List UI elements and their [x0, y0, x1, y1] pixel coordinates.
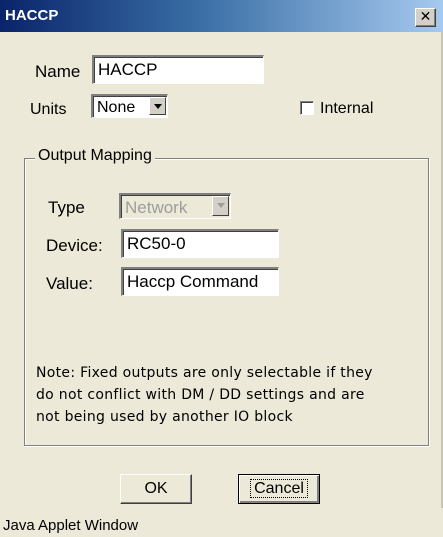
- internal-label: Internal: [320, 100, 374, 117]
- close-icon: ✕: [419, 9, 432, 25]
- ok-button[interactable]: OK: [120, 474, 192, 504]
- value-input[interactable]: Haccp Command: [121, 267, 279, 296]
- chevron-down-icon[interactable]: [149, 97, 166, 115]
- note-text: Note: Fixed outputs are only selectable …: [36, 362, 416, 428]
- cancel-button-label: Cancel: [250, 479, 308, 498]
- type-select[interactable]: Network: [119, 193, 231, 219]
- type-label: Type: [48, 198, 85, 217]
- device-input[interactable]: RC50-0: [121, 229, 279, 258]
- ok-button-label: OK: [144, 480, 168, 497]
- status-text: Java Applet Window: [3, 517, 139, 534]
- dialog-window: HACCP ✕ Name HACCP Units None Internal O…: [0, 0, 443, 537]
- note-line: do not conflict with DM / DD settings an…: [36, 387, 365, 403]
- type-selected-value: Network: [125, 198, 188, 217]
- note-line: not being used by another IO block: [36, 409, 293, 425]
- cancel-button[interactable]: Cancel: [238, 474, 320, 504]
- units-select[interactable]: None: [91, 94, 168, 118]
- title-bar[interactable]: HACCP ✕: [0, 0, 443, 32]
- units-selected-value: None: [97, 99, 136, 116]
- note-line: Note: Fixed outputs are only selectable …: [36, 365, 373, 381]
- internal-checkbox[interactable]: [300, 101, 314, 115]
- close-button[interactable]: ✕: [415, 8, 436, 27]
- name-label: Name: [35, 62, 81, 81]
- device-label: Device:: [46, 236, 103, 255]
- name-input[interactable]: HACCP: [92, 55, 264, 84]
- window-title: HACCP: [5, 7, 59, 24]
- units-label: Units: [30, 101, 67, 118]
- value-label: Value:: [46, 274, 93, 293]
- chevron-down-icon[interactable]: [212, 196, 229, 216]
- applet-status-bar: Java Applet Window: [0, 508, 443, 537]
- output-mapping-title: Output Mapping: [35, 147, 155, 165]
